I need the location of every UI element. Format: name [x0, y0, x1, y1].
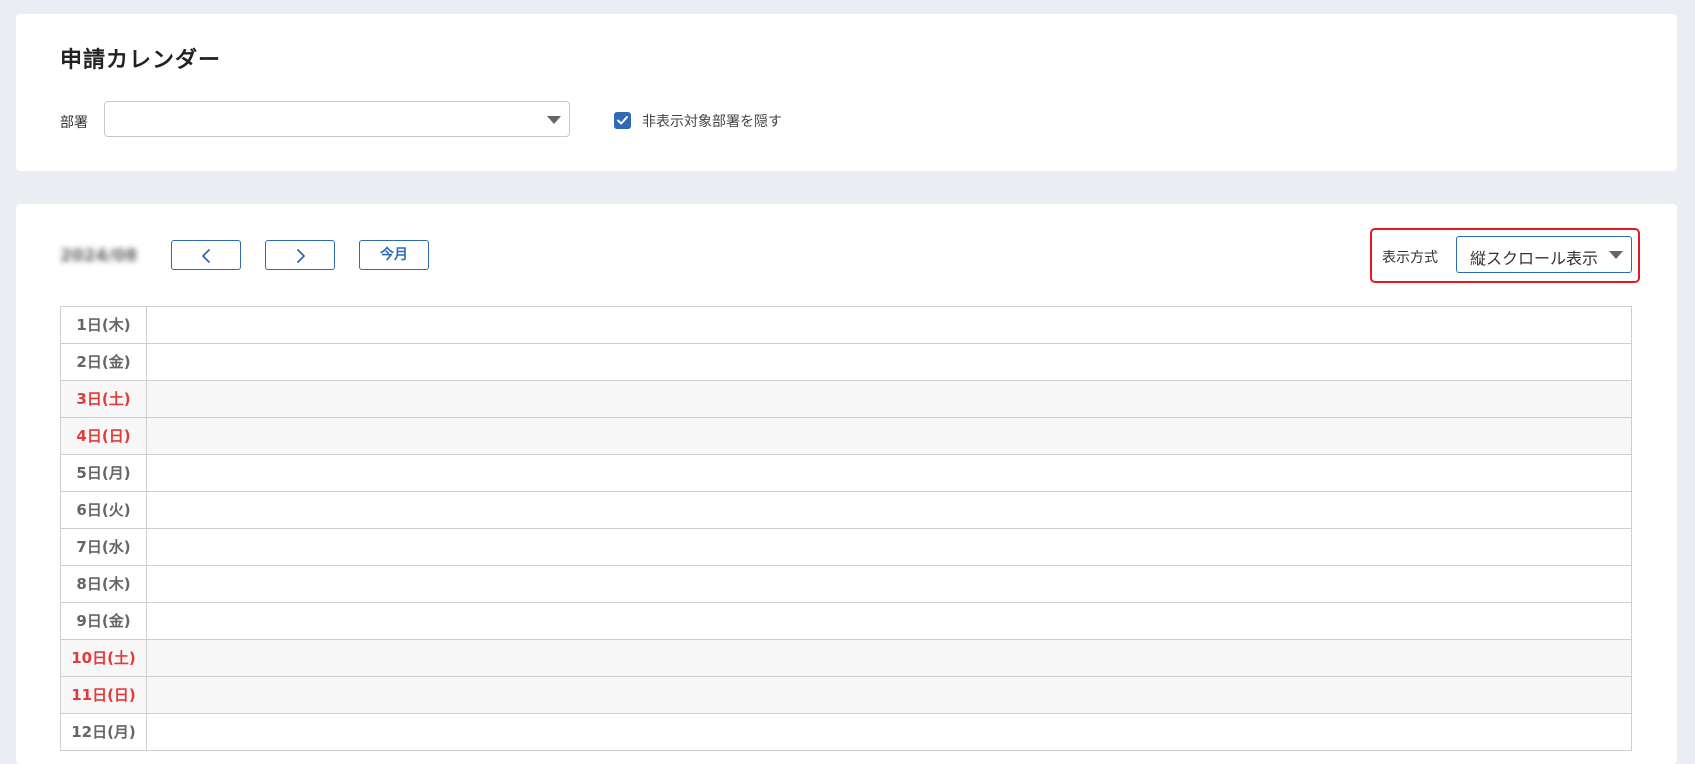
- calendar-row: 7日(水): [60, 529, 1632, 566]
- display-mode-value: 縦スクロール表示: [1470, 249, 1599, 268]
- calendar-row: 12日(月): [60, 714, 1632, 751]
- calendar-date-label: 12日(月): [61, 714, 147, 750]
- calendar-row: 2日(金): [60, 344, 1632, 381]
- page-title: 申請カレンダー: [60, 48, 222, 73]
- prev-month-button[interactable]: [171, 240, 241, 270]
- calendar-panel: 2024/08 今月 表示方式 縦スクロール表示 1日(木) 2日(金) 3日(土)…: [16, 204, 1677, 764]
- next-month-button[interactable]: [265, 240, 335, 270]
- calendar-row: 6日(火): [60, 492, 1632, 529]
- current-month-button[interactable]: 今月: [359, 240, 429, 270]
- department-select[interactable]: [104, 101, 570, 137]
- calendar-date-label: 3日(土): [61, 381, 147, 417]
- display-mode-select[interactable]: 縦スクロール表示: [1456, 236, 1632, 273]
- calendar-row: 4日(日): [60, 418, 1632, 455]
- calendar-row: 10日(土): [60, 640, 1632, 677]
- calendar-day-cell[interactable]: [147, 455, 1631, 491]
- calendar-date-label: 6日(火): [61, 492, 147, 528]
- calendar-day-cell[interactable]: [147, 640, 1631, 676]
- calendar-row: 3日(土): [60, 381, 1632, 418]
- calendar-day-cell[interactable]: [147, 307, 1631, 343]
- filter-panel: 申請カレンダー 部署 非表示対象部署を隠す: [16, 14, 1677, 171]
- calendar-day-cell[interactable]: [147, 418, 1631, 454]
- calendar-day-cell[interactable]: [147, 492, 1631, 528]
- calendar-row: 1日(木): [60, 307, 1632, 344]
- calendar-date-label: 10日(土): [61, 640, 147, 676]
- calendar-day-cell[interactable]: [147, 381, 1631, 417]
- calendar-day-cell[interactable]: [147, 714, 1631, 750]
- display-mode-label: 表示方式: [1382, 250, 1438, 266]
- hide-departments-checkbox[interactable]: [614, 112, 631, 129]
- hide-departments-label[interactable]: 非表示対象部署を隠す: [642, 111, 782, 131]
- calendar-date-label: 8日(木): [61, 566, 147, 602]
- department-label: 部署: [60, 115, 88, 131]
- calendar-date-label: 1日(木): [61, 307, 147, 343]
- chevron-down-icon: [1609, 251, 1623, 259]
- calendar-day-cell[interactable]: [147, 603, 1631, 639]
- chevron-down-icon: [547, 116, 561, 124]
- calendar-day-cell[interactable]: [147, 566, 1631, 602]
- calendar-date-label: 5日(月): [61, 455, 147, 491]
- calendar-grid: 1日(木) 2日(金) 3日(土) 4日(日) 5日(月) 6日(火) 7日(水) 8日(木)…: [60, 306, 1632, 751]
- checkmark-icon: [617, 116, 628, 125]
- calendar-row: 5日(月): [60, 455, 1632, 492]
- calendar-day-cell[interactable]: [147, 529, 1631, 565]
- calendar-date-label: 9日(金): [61, 603, 147, 639]
- chevron-left-icon: [202, 249, 210, 263]
- calendar-row: 8日(木): [60, 566, 1632, 603]
- calendar-row: 11日(日): [60, 677, 1632, 714]
- calendar-row: 9日(金): [60, 603, 1632, 640]
- calendar-day-cell[interactable]: [147, 344, 1631, 380]
- calendar-date-label: 11日(日): [61, 677, 147, 713]
- calendar-day-cell[interactable]: [147, 677, 1631, 713]
- calendar-date-label: 2日(金): [61, 344, 147, 380]
- calendar-date-label: 4日(日): [61, 418, 147, 454]
- calendar-date-label: 7日(水): [61, 529, 147, 565]
- month-label: 2024/08: [60, 246, 138, 266]
- chevron-right-icon: [297, 249, 305, 263]
